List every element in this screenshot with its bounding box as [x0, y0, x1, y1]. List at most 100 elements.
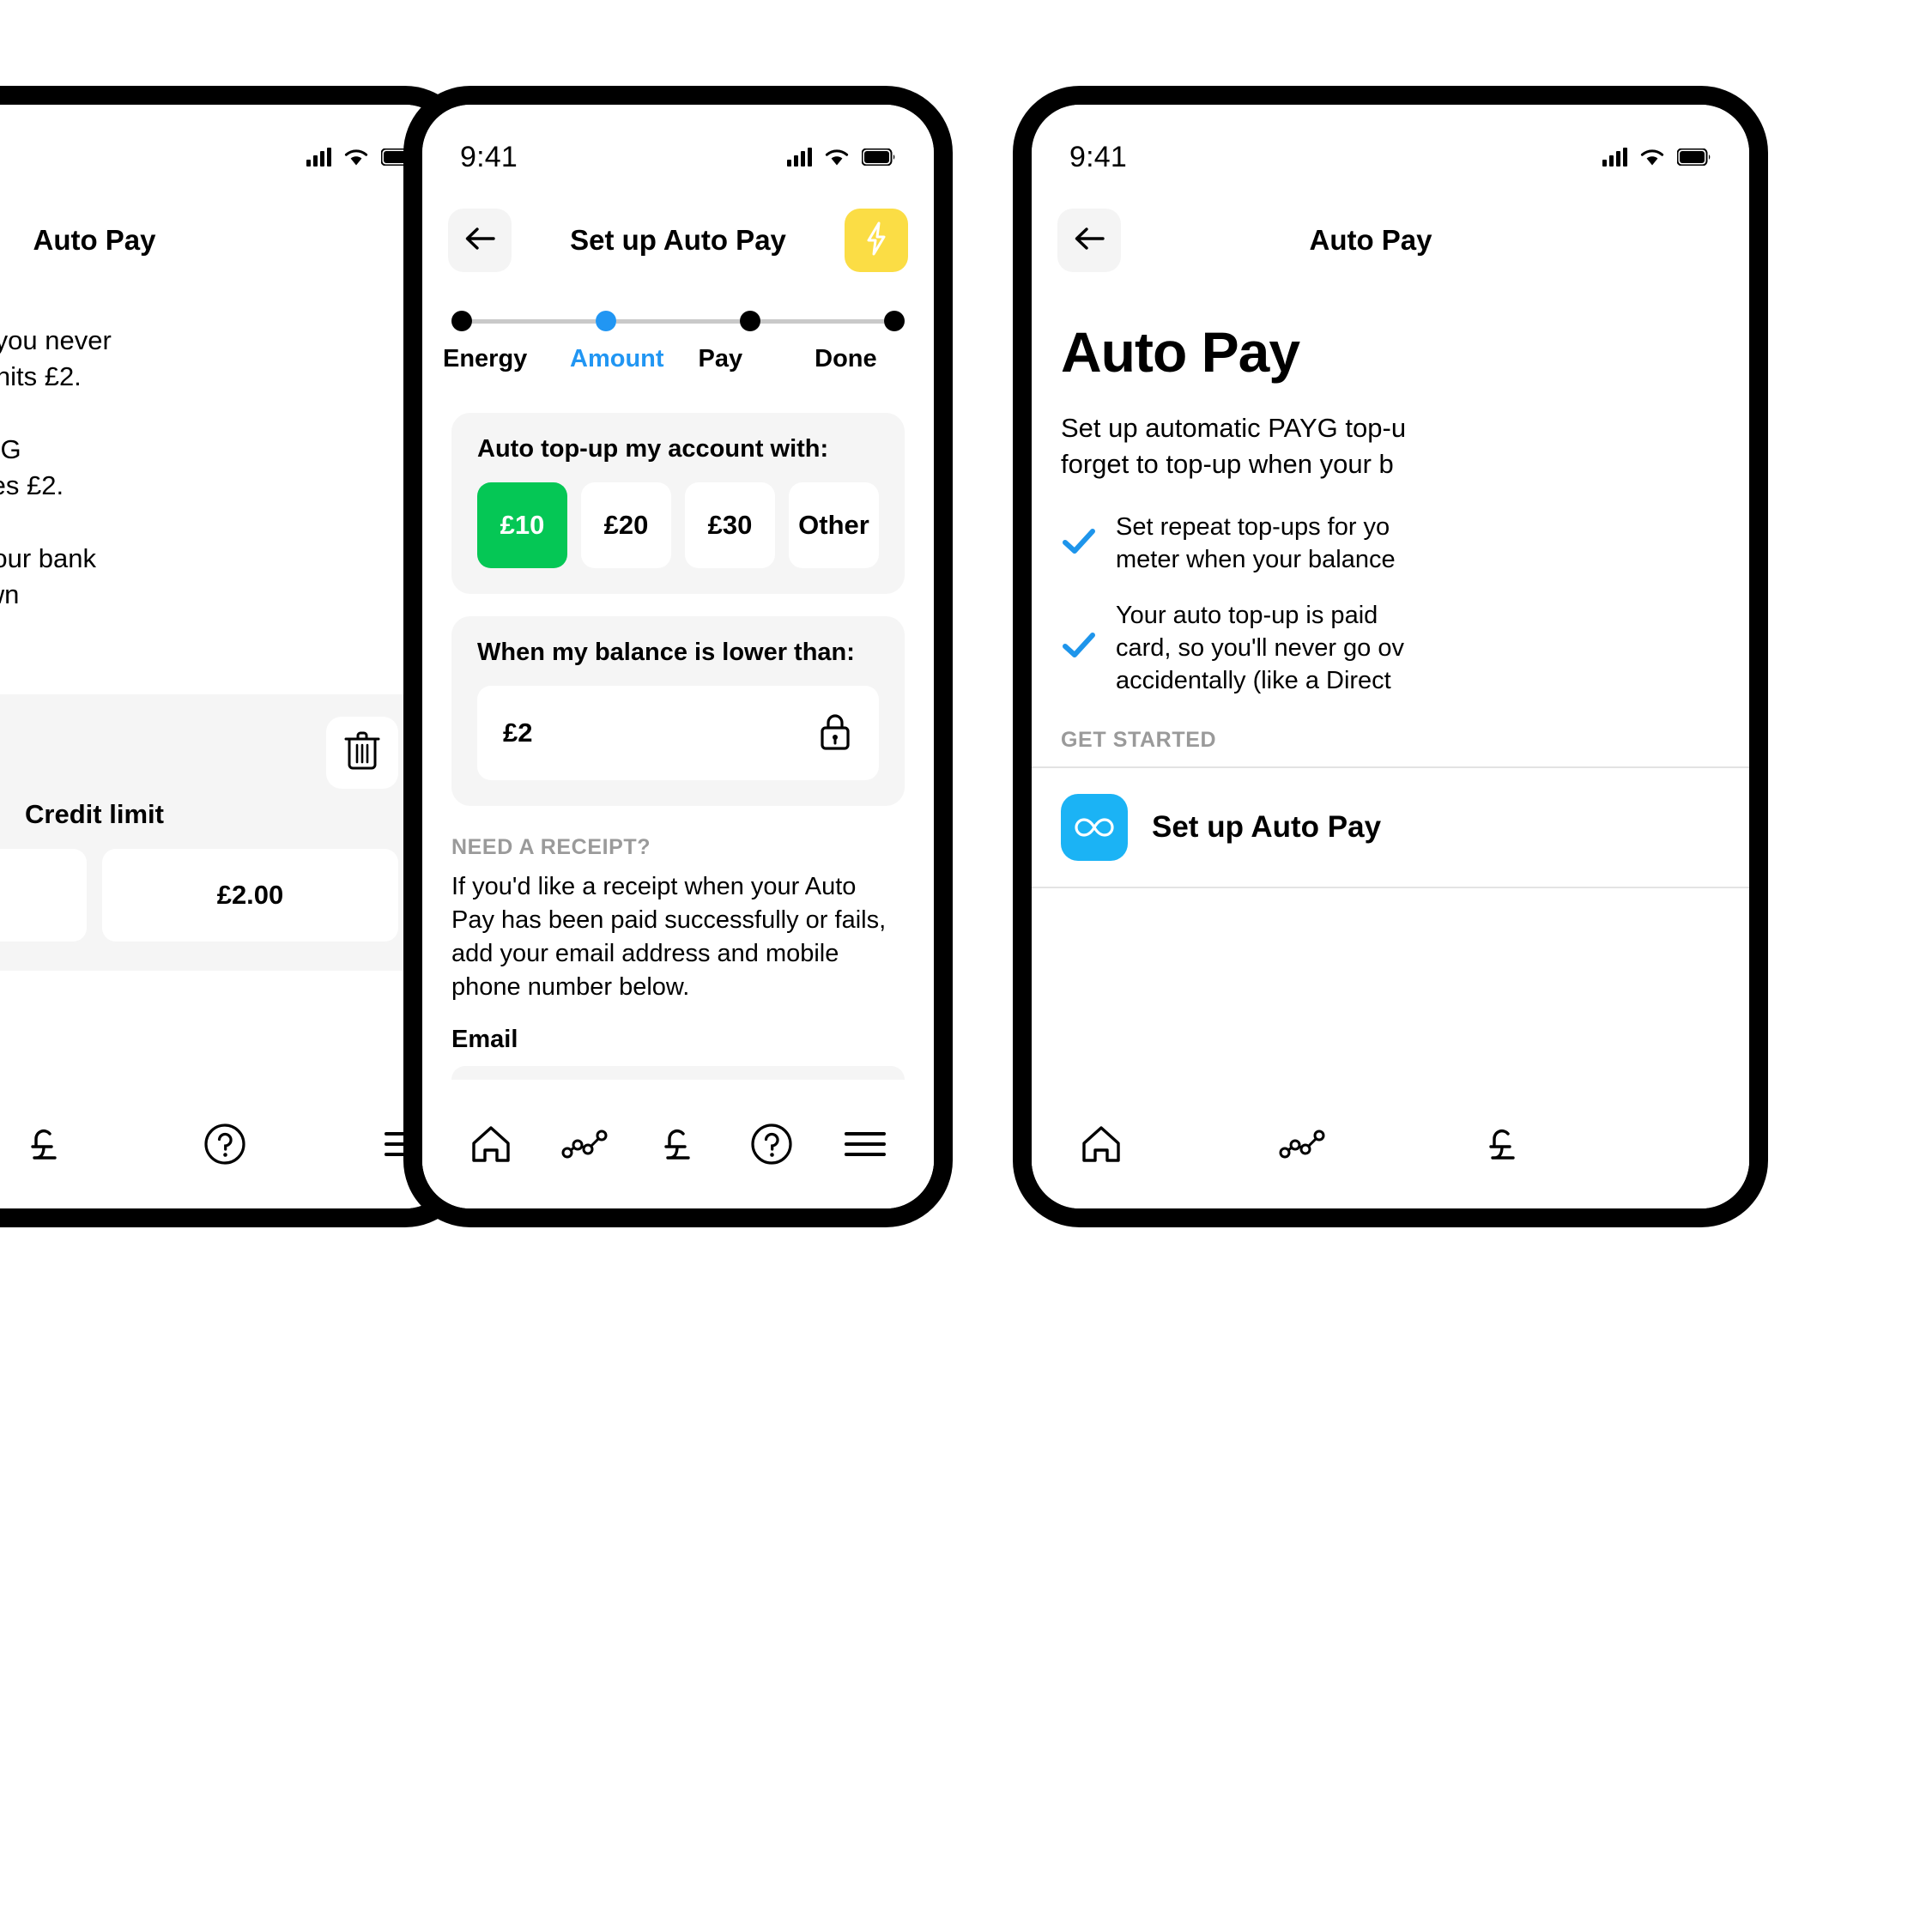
phone-middle: 9:41 Set up Auto Pay Energy Amount Pay D… — [403, 86, 953, 1227]
benefit-2-line-1: Your auto top-up is paid — [1116, 601, 1378, 629]
check-icon — [1061, 631, 1097, 664]
benefit-1-line-1: Set repeat top-ups for yo — [1116, 513, 1390, 542]
wifi-icon — [1639, 148, 1665, 167]
tab-home[interactable] — [459, 1112, 523, 1176]
right-nav-spacer — [1660, 209, 1723, 272]
benefit-item-1: Set repeat top-ups for yo meter when you… — [1061, 511, 1720, 577]
left-intro-block: c PAYG top-ups so you never when your ba… — [0, 282, 453, 394]
balance-threshold-card: When my balance is lower than: £2 — [451, 616, 905, 806]
left-page-title: Auto Pay — [33, 224, 156, 256]
tab-pound[interactable] — [646, 1112, 710, 1176]
back-button[interactable] — [1057, 209, 1121, 272]
right-tab-bar — [1032, 1080, 1749, 1208]
tab-usage[interactable] — [1270, 1112, 1334, 1176]
amount-option-30[interactable]: £30 — [685, 482, 775, 568]
back-arrow-icon — [1072, 226, 1106, 256]
step-line-2 — [616, 318, 740, 324]
step-label-pay: Pay — [698, 345, 743, 372]
mid-nav-bar: Set up Auto Pay — [422, 187, 934, 282]
left-bullet-2: op-up is paid with your bank ll never go… — [0, 503, 453, 694]
step-line-3 — [760, 318, 884, 324]
mid-page-title: Set up Auto Pay — [570, 224, 786, 256]
mid-status-bar: 9:41 — [422, 105, 934, 187]
tab-help[interactable] — [199, 1112, 251, 1176]
amount-option-other[interactable]: Other — [789, 482, 879, 568]
quick-action-button[interactable] — [845, 209, 908, 272]
benefit-2-line-3: accidentally (like a Direct — [1116, 667, 1391, 695]
credit-limit-card: Credit limit £2.00 — [0, 693, 424, 971]
step-dot-amount[interactable] — [596, 311, 616, 331]
left-bullet-2-line-3: (like a Direct Debit). — [0, 612, 424, 648]
left-bullet-1-line-2: your balance reaches £2. — [0, 469, 64, 500]
status-time: 9:41 — [460, 140, 518, 173]
receipt-eyebrow: NEED A RECEIPT? — [451, 835, 651, 859]
left-intro-line-1: c PAYG top-ups so you never — [0, 325, 112, 355]
stepper-labels: Energy Amount Pay Done — [443, 345, 877, 372]
phone-left: 9:41 Auto Pay c PAYG top-ups so you n — [0, 86, 472, 1227]
balance-threshold-value: £2 — [503, 718, 533, 748]
topup-amount-card: Auto top-up my account with: £10 £20 £30… — [451, 413, 905, 594]
credit-limit-field-left[interactable] — [0, 848, 87, 942]
left-bullet-2-line-1: op-up is paid with your bank — [0, 543, 97, 574]
tab-help[interactable] — [740, 1112, 803, 1176]
right-nav-bar: Auto Pay — [1032, 187, 1749, 282]
credit-limit-field-right[interactable]: £2.00 — [102, 848, 398, 942]
tab-pound[interactable] — [19, 1112, 70, 1176]
balance-threshold-title: When my balance is lower than: — [477, 639, 855, 666]
balance-threshold-field[interactable]: £2 — [477, 686, 879, 780]
lightning-bolt-icon — [863, 221, 889, 261]
right-screen: 9:41 Auto Pay Auto Pay Set up automatic … — [1032, 105, 1749, 1208]
infinity-icon — [1061, 794, 1128, 862]
credit-limit-fields: £2.00 — [0, 848, 398, 942]
benefit-2-line-2: card, so you'll never go ov — [1116, 633, 1404, 662]
signal-icon — [787, 148, 812, 167]
step-dot-pay[interactable] — [740, 311, 760, 331]
amount-option-10[interactable]: £10 — [477, 482, 567, 568]
receipt-body: If you'd like a receipt when your Auto P… — [451, 873, 887, 1001]
right-lead-line-1: Set up automatic PAYG top-u — [1061, 413, 1407, 443]
left-status-bar: 9:41 — [0, 105, 453, 187]
right-page-title: Auto Pay — [1309, 224, 1432, 256]
status-icons — [1602, 148, 1711, 167]
get-started-label: GET STARTED — [1061, 728, 1217, 753]
right-heading: Auto Pay — [1061, 320, 1300, 384]
battery-icon — [1677, 148, 1711, 166]
step-dot-done[interactable] — [884, 311, 905, 331]
left-bullet-2-line-2: ll never go overdrawn — [0, 578, 20, 609]
signal-icon — [306, 148, 331, 167]
amount-option-20[interactable]: £20 — [581, 482, 671, 568]
tab-pound[interactable] — [1471, 1112, 1535, 1176]
setup-stepper: Energy Amount Pay Done — [422, 282, 934, 373]
step-line-1 — [472, 318, 596, 324]
signal-icon — [1602, 148, 1627, 167]
back-button[interactable] — [448, 209, 512, 272]
back-arrow-icon — [463, 226, 497, 256]
right-lead-block: Set up automatic PAYG top-u forget to to… — [1032, 385, 1749, 481]
delete-button[interactable] — [326, 716, 398, 789]
check-icon — [1061, 527, 1097, 560]
benefit-text-1: Set repeat top-ups for yo meter when you… — [1116, 511, 1396, 577]
right-status-bar: 9:41 — [1032, 105, 1749, 187]
right-benefits-list: Set repeat top-ups for yo meter when you… — [1032, 481, 1749, 697]
benefit-text-2: Your auto top-up is paid card, so you'll… — [1116, 599, 1404, 698]
left-bullet-1-line-1: op-ups for your PAYG — [0, 434, 21, 465]
tab-menu[interactable] — [833, 1112, 897, 1176]
step-dot-energy[interactable] — [451, 311, 472, 331]
tab-usage[interactable] — [553, 1112, 616, 1176]
mid-tab-bar — [422, 1080, 934, 1208]
tab-home[interactable] — [1069, 1112, 1133, 1176]
right-lead-line-2: forget to top-up when your b — [1061, 448, 1394, 479]
status-icons — [306, 148, 415, 167]
wifi-icon — [343, 148, 369, 167]
left-bullet-1: op-ups for your PAYG your balance reache… — [0, 394, 453, 503]
setup-auto-pay-row[interactable]: Set up Auto Pay — [1061, 768, 1720, 887]
setup-auto-pay-label: Set up Auto Pay — [1152, 810, 1382, 845]
left-screen: 9:41 Auto Pay c PAYG top-ups so you n — [0, 105, 453, 1208]
status-icons — [787, 148, 896, 167]
topup-amount-title: Auto top-up my account with: — [477, 435, 829, 463]
topup-amount-options: £10 £20 £30 Other — [477, 482, 879, 568]
left-tab-bar — [0, 1080, 453, 1208]
get-started-section: GET STARTED Set up Auto Pay — [1032, 719, 1749, 889]
phone-right: 9:41 Auto Pay Auto Pay Set up automatic … — [1013, 86, 1768, 1227]
wifi-icon — [824, 148, 850, 167]
